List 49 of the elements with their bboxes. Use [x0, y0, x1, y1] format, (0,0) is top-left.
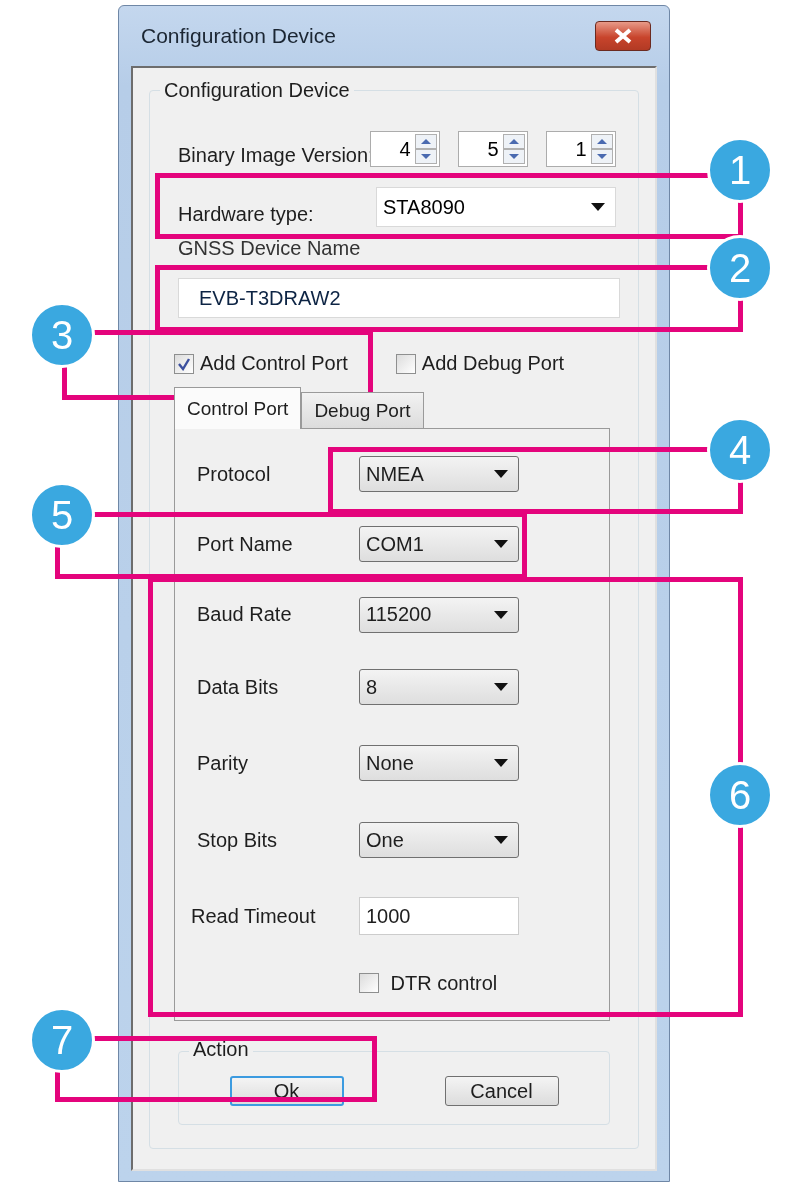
- callout-badge: 7: [29, 1007, 95, 1073]
- callout-badge: 1: [707, 137, 773, 203]
- dropdown-arrow-icon: [494, 759, 508, 767]
- input-field[interactable]: 1000: [359, 897, 519, 935]
- field-label: Stop Bits: [197, 828, 279, 852]
- dropdown-arrow-icon: [591, 203, 605, 211]
- field-label: Port Name: [197, 532, 294, 556]
- field-label: Parity: [197, 751, 250, 775]
- dropdown[interactable]: COM1: [359, 526, 519, 562]
- field-label: GNSS Device Name: [178, 237, 361, 260]
- callout-badge: 2: [707, 235, 773, 301]
- spinner-arrows-icon: [502, 134, 525, 164]
- dropdown[interactable]: 8: [359, 669, 519, 705]
- callout-badge: 6: [707, 762, 773, 828]
- field-label: Hardware type:: [178, 202, 314, 226]
- dropdown-arrow-icon: [494, 540, 508, 548]
- input-field[interactable]: EVB-T3DRAW2: [178, 278, 620, 318]
- number-spinner[interactable]: 4: [369, 131, 440, 167]
- close-icon: [614, 28, 632, 44]
- spinner-arrows-icon: [414, 134, 437, 164]
- callout-badge: 4: [707, 417, 773, 483]
- field-label: Data Bits: [197, 675, 280, 699]
- dialog-button[interactable]: Cancel: [444, 1076, 559, 1106]
- group-title: Configuration Device: [160, 79, 354, 102]
- close-button[interactable]: [595, 21, 651, 51]
- field-label: Baud Rate: [197, 603, 293, 626]
- callout-badge: 5: [29, 482, 95, 548]
- dropdown[interactable]: NMEA: [359, 456, 519, 492]
- field-label: Read Timeout: [191, 904, 317, 928]
- tab[interactable]: Control Port: [174, 387, 302, 429]
- dropdown-arrow-icon: [494, 610, 508, 619]
- number-spinner[interactable]: 1: [545, 131, 616, 167]
- checkmark-icon: [177, 356, 191, 371]
- dropdown-arrow-icon: [494, 683, 508, 691]
- tab[interactable]: Debug Port: [301, 392, 424, 428]
- dropdown[interactable]: One: [359, 822, 519, 858]
- checkbox[interactable]: Add Control Port: [174, 352, 348, 375]
- dropdown[interactable]: STA8090: [376, 187, 616, 227]
- dropdown[interactable]: 115200: [359, 596, 519, 633]
- callout-badge: 3: [29, 302, 95, 368]
- checkbox[interactable]: DTR control: [359, 971, 498, 995]
- spinner-arrows-icon: [590, 134, 613, 164]
- checkbox[interactable]: Add Debug Port: [395, 352, 565, 375]
- dropdown[interactable]: None: [359, 745, 519, 781]
- dropdown-arrow-icon: [494, 470, 508, 478]
- field-label: Protocol: [197, 462, 272, 486]
- number-spinner[interactable]: 5: [457, 131, 528, 167]
- dropdown-arrow-icon: [494, 836, 508, 844]
- window-title: Configuration Device: [141, 24, 336, 48]
